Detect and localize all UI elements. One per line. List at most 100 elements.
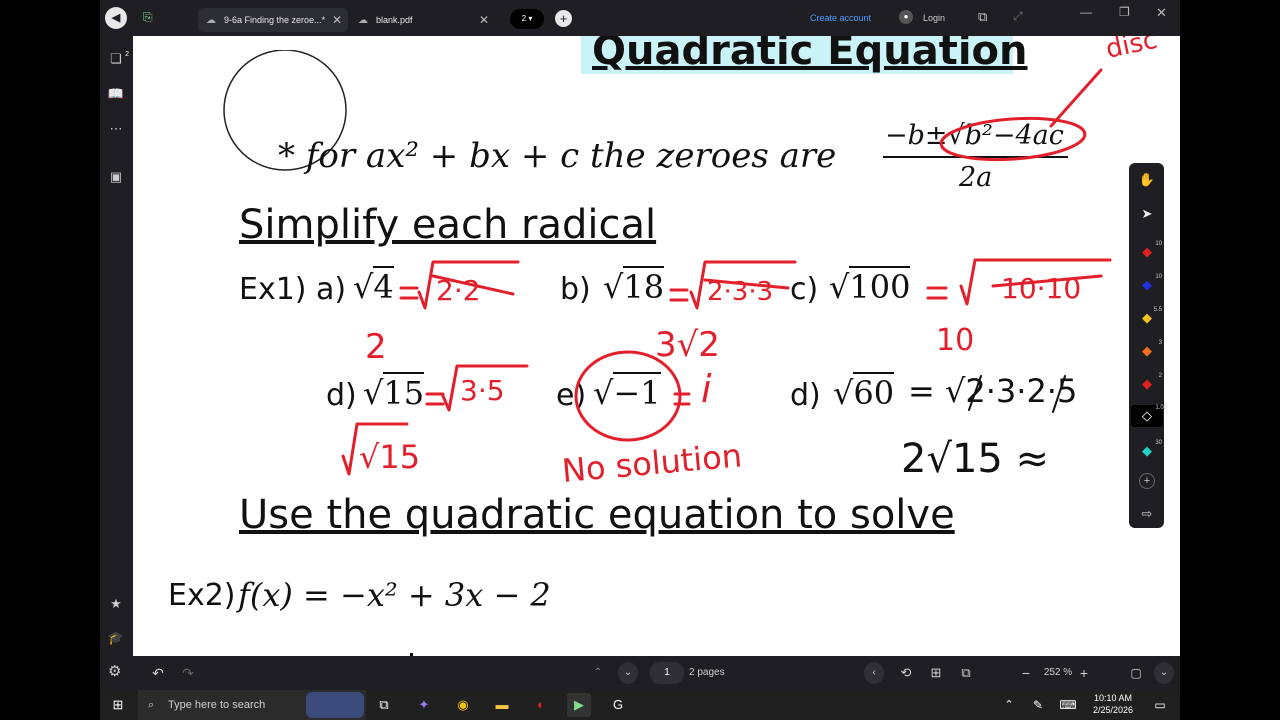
collapse-panel-icon[interactable]: ⇨	[1136, 503, 1158, 525]
zoom-in-button[interactable]: +	[1074, 662, 1094, 684]
page-up-icon[interactable]: ⌃	[588, 662, 608, 684]
file-explorer-icon[interactable]: ▬	[490, 693, 514, 717]
page-down-button[interactable]: ⌄	[618, 662, 638, 684]
pen-size: 30	[1155, 440, 1162, 446]
add-tool-button[interactable]: +	[1139, 473, 1155, 489]
ink-e-circle	[574, 350, 682, 442]
pages-icon[interactable]: ❏ 2	[105, 44, 129, 70]
bottom-toolbar: ↶ ↷ ⌃ ⌄ 1 2 pages ‹ ⟲ ⊞ ⧉ − 252 % + ▢ ⌄	[100, 656, 1180, 690]
clock-time: 10:10 AM	[1093, 693, 1133, 703]
rotate-icon[interactable]: ⟲	[896, 662, 916, 684]
pen-red-thin-icon[interactable]: ◆ 2	[1136, 373, 1162, 395]
windows-taskbar: ⊞ ⌕ Type here to search ⧉ ✦ ◉ ▬ ◐ ▶ G ⌃ …	[100, 690, 1180, 720]
pen-blue-icon[interactable]: ◆ 10	[1136, 274, 1162, 296]
ink-b-answer: 3√2	[655, 325, 720, 365]
tab-blank-pdf[interactable]: ☁ blank.pdf ✕	[350, 8, 495, 32]
insert-page-icon[interactable]: ▣	[105, 166, 127, 188]
pen-size: 3	[1158, 340, 1162, 346]
pen-size: 5.5	[1153, 307, 1162, 313]
ink-d-equals	[425, 392, 445, 406]
ink-c-work: 10·10	[1001, 272, 1081, 305]
cloud-sync-icon[interactable]: ⎘	[143, 10, 157, 24]
book-icon[interactable]: 📖	[105, 83, 127, 105]
close-tab-icon[interactable]: ✕	[332, 13, 342, 27]
tab-document[interactable]: ☁ 9-6a Finding the zeroe...* ✕	[198, 8, 348, 32]
clock[interactable]: 10:10 AM 2/25/2026	[1083, 692, 1143, 716]
pages-badge: 2	[125, 44, 129, 66]
clock-date: 2/25/2026	[1092, 705, 1134, 715]
pen-tool-panel: ✋ ➤ ◆ 10 ◆ 10 ◆ 5.5 ◆ 3 ◆ 2 ◇ 1.08 ◆ 30 + ⇨	[1129, 163, 1167, 528]
whiteboard-app-icon[interactable]: ▶	[567, 693, 591, 717]
close-tab-icon[interactable]: ✕	[479, 13, 489, 27]
page-number-input[interactable]: 1	[650, 662, 684, 684]
highlighter-orange-icon[interactable]: ◆ 3	[1136, 340, 1162, 362]
restore-button[interactable]: ❐	[1119, 5, 1130, 19]
ink-e-equals	[673, 392, 691, 406]
keyboard-icon[interactable]: ⌨	[1056, 693, 1080, 717]
highlighter-yellow-icon[interactable]: ◆ 5.5	[1136, 307, 1162, 329]
ink-disc-text: disc	[1103, 36, 1160, 65]
ink-c-answer: 10	[936, 323, 974, 358]
highlighter-teal-icon[interactable]: ◆ 30	[1136, 440, 1162, 462]
select-tool-icon[interactable]: ➤	[1136, 203, 1158, 225]
ink-a-answer: 2	[365, 327, 387, 367]
ink-f-work: = √2·3·2·5	[908, 372, 1077, 410]
education-icon[interactable]: 🎓	[105, 627, 127, 649]
layout-icon[interactable]: ⧉	[956, 662, 976, 684]
hand-tool-icon[interactable]: ✋	[1136, 169, 1158, 191]
title-bar: ◀ ⎘ ☁ 9-6a Finding the zeroe...* ✕ ☁ bla…	[100, 0, 1180, 36]
close-window-button[interactable]: ✕	[1156, 5, 1167, 21]
redo-icon[interactable]: ↷	[178, 662, 198, 684]
notifications-icon[interactable]: ⧉	[978, 9, 987, 25]
favorites-star-icon[interactable]: ★	[105, 593, 127, 615]
ink-c-equals	[926, 286, 948, 300]
grid-view-icon[interactable]: ⊞	[926, 662, 946, 684]
new-tab-button[interactable]: +	[555, 10, 572, 27]
fit-page-icon[interactable]: ▢	[1126, 662, 1146, 684]
pen-white-active-icon[interactable]: ◇ 1.08	[1131, 405, 1167, 427]
ink-d-work: 3·5	[460, 374, 505, 407]
left-sidebar: ❏ 2 📖 ⋯ ▣ ★ 🎓	[100, 36, 133, 656]
google-app-icon[interactable]: G	[606, 693, 630, 717]
ink-layer: disc 2·2 2 2·3·3 3√2 10·10 10 3·5 √15 i …	[341, 36, 1160, 490]
windows-start-icon[interactable]: ⊞	[106, 693, 130, 717]
more-options-icon[interactable]: ⋯	[105, 118, 127, 140]
ink-b-equals	[669, 288, 689, 302]
search-placeholder: Type here to search	[168, 699, 266, 711]
pen-size: 10	[1155, 241, 1162, 247]
pen-red-icon[interactable]: ◆ 10	[1136, 241, 1162, 263]
tab-counter-dropdown[interactable]: 2 ▾	[510, 9, 544, 29]
settings-gear-icon[interactable]: ⚙	[108, 662, 121, 680]
chrome-icon[interactable]: ◉	[451, 693, 475, 717]
notifications-tray-icon[interactable]: ▭	[1148, 693, 1172, 717]
user-icon[interactable]: ●	[899, 10, 913, 24]
search-highlight-art	[306, 692, 364, 718]
task-view-icon[interactable]: ⧉	[372, 693, 396, 717]
acrobat-icon[interactable]: ◐	[529, 693, 553, 717]
ink-disc-arrow	[1049, 68, 1103, 128]
fullscreen-icon[interactable]: ⤢	[1013, 9, 1023, 24]
prev-page-button[interactable]: ‹	[864, 662, 884, 684]
pen-size: 10	[1155, 274, 1162, 280]
create-account-link[interactable]: Create account	[810, 13, 871, 23]
tray-overflow-icon[interactable]: ⌃	[997, 693, 1021, 717]
cloud-icon: ☁	[206, 14, 216, 26]
undo-icon[interactable]: ↶	[148, 662, 168, 684]
tab-count: 2	[521, 14, 527, 23]
zoom-out-button[interactable]: −	[1016, 662, 1036, 684]
zoom-level[interactable]: 252 %	[1038, 662, 1078, 684]
tab-label: blank.pdf	[376, 15, 413, 25]
app-logo-icon[interactable]: ◀	[105, 7, 127, 29]
copilot-icon[interactable]: ✦	[412, 693, 436, 717]
pen-tray-icon[interactable]: ✎	[1026, 693, 1050, 717]
taskbar-search-box[interactable]: ⌕ Type here to search	[138, 690, 366, 720]
more-view-options-button[interactable]: ⌄	[1154, 662, 1174, 684]
ink-d-answer: √15	[359, 438, 420, 476]
pen-size: 2	[1158, 373, 1162, 379]
ink-a-equals	[399, 286, 419, 300]
ink-f-answer: 2√15 ≈	[901, 436, 1049, 482]
minimize-button[interactable]: —	[1080, 5, 1092, 19]
ink-e-work: i	[701, 367, 712, 411]
document-canvas[interactable]: Quadratic Equation * for ax² + bx + c th…	[133, 36, 1180, 656]
login-link[interactable]: Login	[923, 13, 945, 23]
